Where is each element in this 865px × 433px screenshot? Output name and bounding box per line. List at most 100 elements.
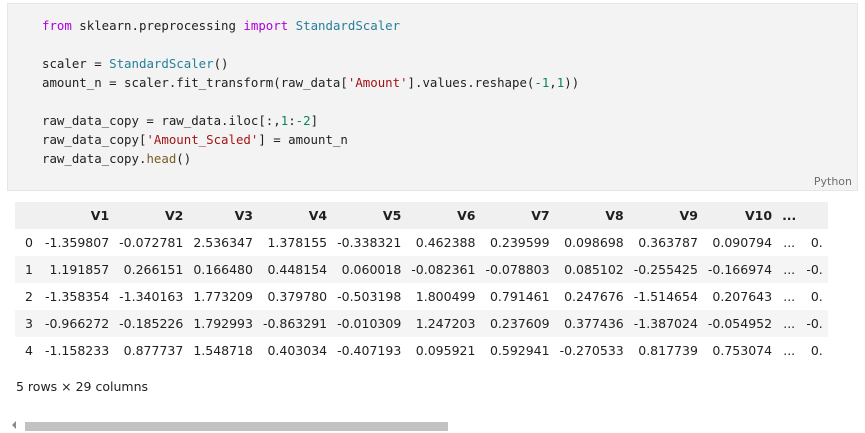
table-cell: 0.098698 [564, 235, 624, 250]
code-token: () [176, 151, 192, 166]
table-cell: 1.800499 [415, 289, 476, 304]
code-token: raw_data_copy = raw_data.iloc[:, [42, 113, 281, 128]
code-token: -2 [295, 113, 311, 128]
table-cell: 0.166480 [193, 262, 253, 277]
code-token: StandardScaler [109, 56, 214, 71]
code-editor[interactable]: from sklearn.preprocessing import Standa… [42, 16, 579, 168]
table-cell: -0.072781 [119, 235, 184, 250]
row-index-cell: 3 [25, 316, 33, 331]
table-cell: 1.792993 [193, 316, 253, 331]
table-cell: 0.877737 [123, 343, 184, 358]
table-cell: -1.158233 [45, 343, 110, 358]
table-cell: -0. [806, 262, 823, 277]
code-token: () [213, 56, 229, 71]
table-cell: 0.379780 [267, 289, 328, 304]
column-header: V5 [382, 208, 402, 223]
table-cell: -0.503198 [337, 289, 402, 304]
code-token: sklearn.preprocessing [71, 18, 244, 33]
code-token: scaler = [42, 56, 110, 71]
table-cell: -0.166974 [707, 262, 773, 277]
table-cell: 0.753074 [712, 343, 773, 358]
code-token: 'Amount' [347, 75, 408, 90]
code-line: raw_data_copy['Amount_Scaled'] = amount_… [42, 130, 579, 149]
column-header: ... [782, 208, 797, 223]
table-cell: 0. [810, 289, 823, 304]
row-index-cell: 4 [25, 343, 33, 358]
table-cell: 0.247676 [564, 289, 624, 304]
table-cell: 0.207643 [712, 289, 773, 304]
column-header: V8 [605, 208, 624, 223]
code-line: from sklearn.preprocessing import Standa… [42, 16, 579, 35]
table-cell: ... [783, 316, 796, 331]
column-header: V4 [308, 208, 328, 223]
row-index-cell: 1 [25, 262, 33, 277]
scroll-left-arrow-icon[interactable] [12, 421, 16, 429]
table-cell: 0.791461 [489, 289, 550, 304]
dataframe-table: V1 V2 V3 V4 V5 V6 V7 V8 V9 V10... 0 -1.359807 -0.07… [15, 202, 828, 364]
table-cell: ... [783, 262, 796, 277]
column-header: V7 [531, 208, 550, 223]
column-header: V1 [90, 208, 110, 223]
table-cell: -0.270533 [559, 343, 624, 358]
column-header: V3 [234, 208, 253, 223]
table-cell: -1.359807 [45, 235, 110, 250]
row-index-cell: 2 [25, 289, 33, 304]
table-cell: 1.548718 [193, 343, 253, 358]
table-cell: ... [783, 289, 796, 304]
column-header [801, 202, 827, 229]
table-cell: 0.060018 [341, 262, 402, 277]
table-cell: 0.239599 [489, 235, 550, 250]
code-line: amount_n = scaler.fit_transform(raw_data… [42, 73, 579, 92]
row-index-cell: 0 [25, 235, 33, 250]
table-cell: 0.377436 [564, 316, 624, 331]
table-cell: -0.185226 [119, 316, 184, 331]
code-token: raw_data_copy[ [42, 132, 147, 147]
code-token: from [42, 18, 72, 33]
table-cell: -1.358354 [45, 289, 110, 304]
table-cell: 1.191857 [49, 262, 110, 277]
table-cell: 0.266151 [123, 262, 184, 277]
table-cell: 0. [810, 343, 823, 358]
table-cell: -1.514654 [633, 289, 698, 304]
table-cell: -0.966272 [45, 316, 110, 331]
code-token: amount_n = scaler.fit_transform(raw_data… [42, 75, 348, 90]
scrollbar-thumb[interactable] [25, 422, 448, 431]
table-cell: 0.448154 [267, 262, 328, 277]
table-cell: -0.010309 [337, 316, 402, 331]
table-cell: 0.403034 [267, 343, 328, 358]
code-token: , [549, 75, 557, 90]
table-cell: -0.407193 [337, 343, 402, 358]
table-header-row: V1 V2 V3 V4 V5 V6 V7 V8 V9 V10... [15, 202, 828, 229]
column-header: V6 [457, 208, 476, 223]
column-header: V9 [679, 208, 698, 223]
table-cell: 2.536347 [193, 235, 253, 250]
code-token: head [146, 151, 177, 166]
table-cell: 1.247203 [415, 316, 476, 331]
column-header: V2 [164, 208, 184, 223]
index-header-cell [15, 202, 40, 229]
code-cell[interactable]: from sklearn.preprocessing import Standa… [7, 3, 858, 191]
table-cell: -0.255425 [633, 262, 698, 277]
code-token: ].values.reshape( [407, 75, 535, 90]
table-row: 2 -1.358354 -1.340163 1.773209 0.379780 -0.50… [15, 283, 828, 310]
code-token: 'Amount_Scaled' [146, 132, 259, 147]
horizontal-scrollbar[interactable] [8, 419, 858, 431]
table-row: 4 -1.158233 0.877737 1.548718 0.403034 -0.407… [15, 337, 828, 364]
column-header: V10 [744, 208, 773, 223]
dataframe-shape-caption: 5 rows × 29 columns [16, 379, 149, 394]
table-cell: 0. [810, 235, 823, 250]
table-cell: -0.338321 [337, 235, 402, 250]
output-dataframe: V1 V2 V3 V4 V5 V6 V7 V8 V9 V10... 0 -1.359807 -0.07… [15, 202, 858, 368]
cell-language-label[interactable]: Python [814, 175, 852, 188]
table-cell: ... [783, 343, 796, 358]
code-token: StandardScaler [295, 18, 401, 33]
code-token: ] [310, 113, 319, 128]
table-cell: 0.090794 [712, 235, 773, 250]
table-row: 1 1.191857 0.266151 0.166480 0.448154 0.06001… [15, 256, 828, 283]
code-token: ] = amount_n [258, 132, 348, 147]
table-cell: 1.378155 [267, 235, 328, 250]
code-token: raw_data_copy. [42, 151, 147, 166]
table-row: 0 -1.359807 -0.072781 2.536347 1.378155 -0.33… [15, 229, 828, 256]
table-cell: 0.817739 [638, 343, 698, 358]
